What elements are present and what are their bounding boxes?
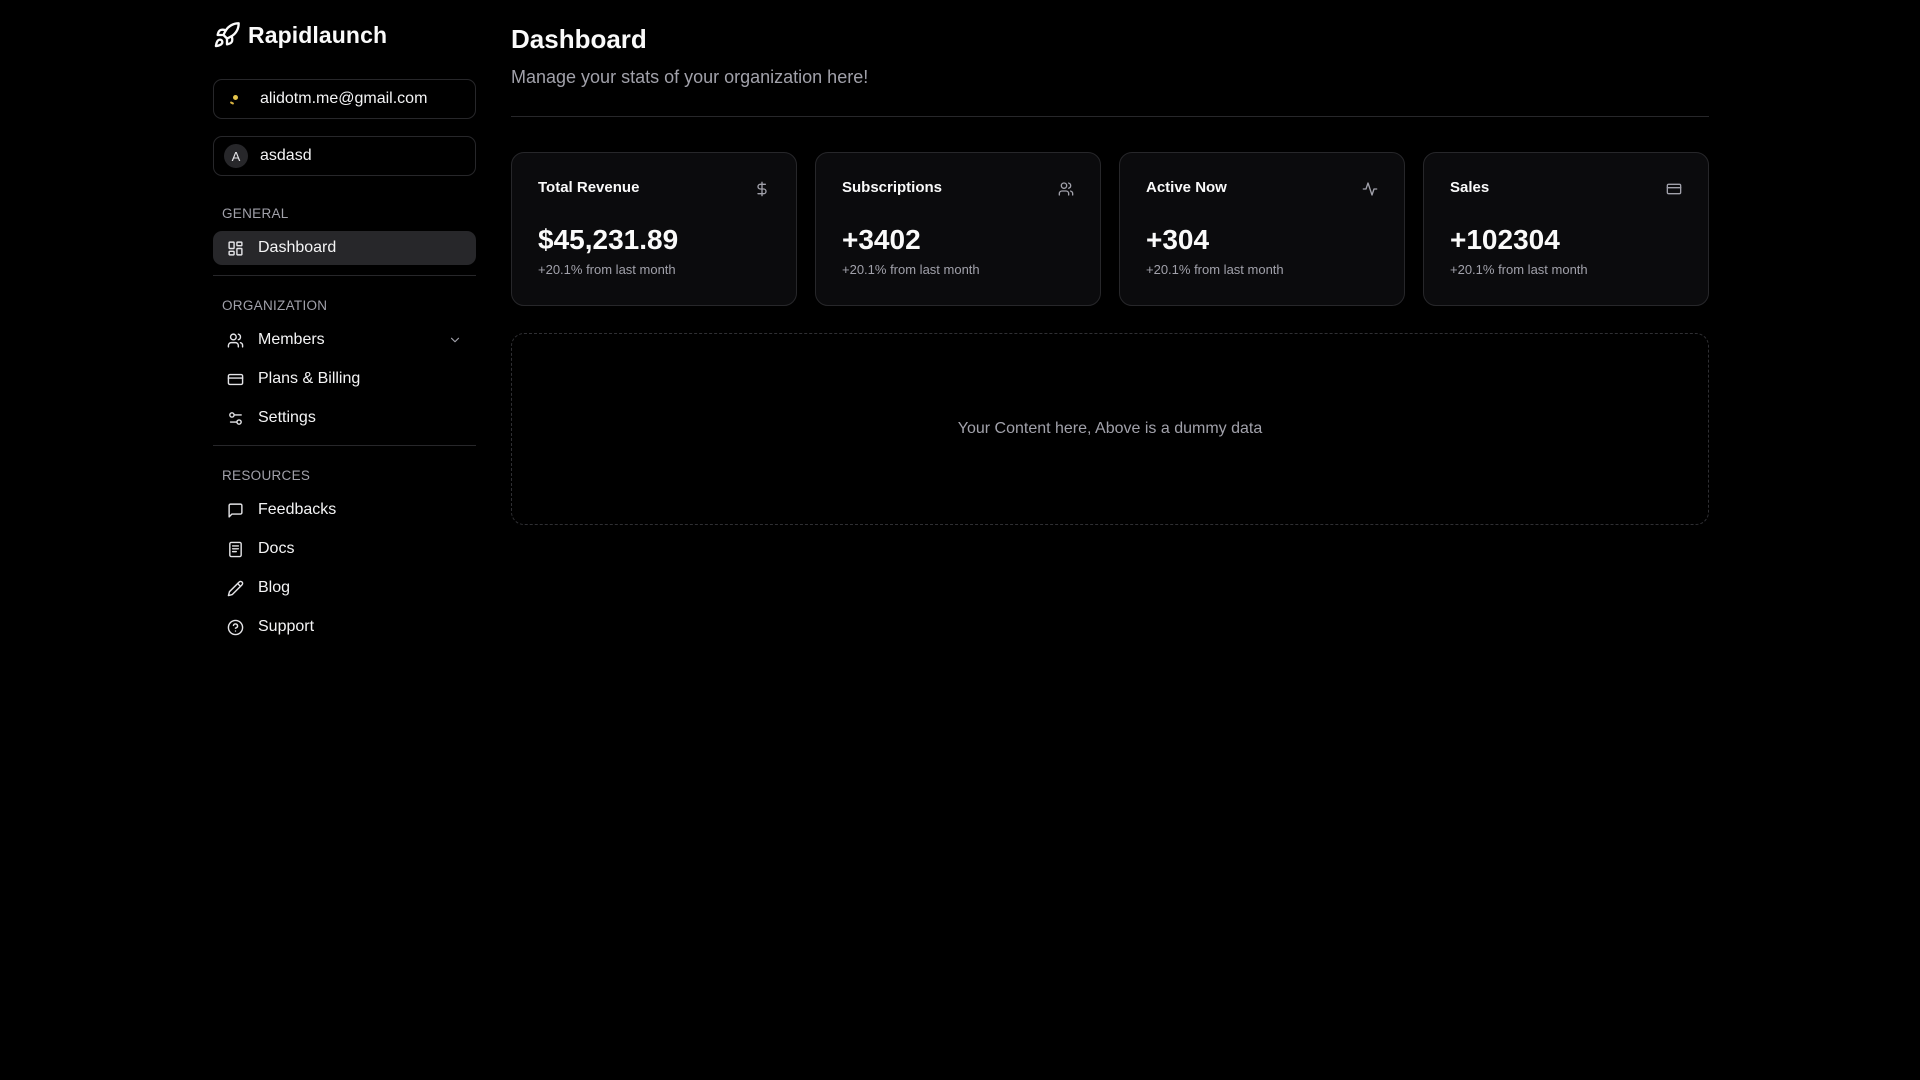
stat-value: +304 bbox=[1146, 224, 1210, 255]
docs-icon bbox=[227, 541, 244, 558]
stat-note: +20.1% from last month bbox=[1146, 262, 1284, 277]
stat-note: +20.1% from last month bbox=[538, 262, 676, 277]
dollar-icon bbox=[757, 181, 767, 197]
sidebar-item-label: Dashboard bbox=[258, 239, 337, 256]
sidebar-item-plans-billing[interactable]: Plans & Billing bbox=[213, 362, 476, 396]
stat-card-sales: Sales +102304 +20.1% from last month bbox=[1423, 152, 1709, 306]
stat-note: +20.1% from last month bbox=[842, 262, 980, 277]
account-switcher[interactable]: alidotm.me@gmail.com bbox=[213, 79, 476, 119]
organization-switcher[interactable]: A asdasd bbox=[213, 136, 476, 176]
sidebar-item-label: Support bbox=[258, 618, 315, 635]
sidebar-item-settings[interactable]: Settings bbox=[213, 401, 476, 435]
page-subtitle: Manage your stats of your organization h… bbox=[511, 67, 869, 87]
sidebar-item-label: Members bbox=[258, 331, 325, 348]
stat-value: +102304 bbox=[1450, 224, 1560, 255]
settings-sliders-icon bbox=[227, 410, 244, 427]
header-divider bbox=[511, 116, 1709, 117]
chevron-down-icon[interactable] bbox=[448, 333, 462, 347]
credit-card-icon bbox=[1666, 183, 1682, 195]
stat-card-total-revenue: Total Revenue $45,231.89 +20.1% from las… bbox=[511, 152, 797, 306]
activity-icon bbox=[1362, 182, 1378, 196]
sidebar-item-feedbacks[interactable]: Feedbacks bbox=[213, 493, 476, 527]
page-title: Dashboard bbox=[511, 24, 647, 54]
message-icon bbox=[227, 502, 244, 519]
users-icon bbox=[1058, 182, 1074, 196]
sidebar-item-dashboard[interactable]: Dashboard bbox=[213, 231, 476, 265]
stats-cards: Total Revenue $45,231.89 +20.1% from las… bbox=[511, 152, 1709, 306]
credit-card-icon bbox=[227, 371, 244, 388]
users-icon bbox=[227, 332, 244, 349]
stat-value: +3402 bbox=[842, 224, 921, 255]
sidebar-item-label: Plans & Billing bbox=[258, 370, 361, 387]
pencil-icon bbox=[227, 580, 244, 597]
sidebar-item-docs[interactable]: Docs bbox=[213, 532, 476, 566]
dashboard-icon bbox=[227, 240, 244, 257]
sidebar-item-blog[interactable]: Blog bbox=[213, 571, 476, 605]
sidebar-item-label: Docs bbox=[258, 540, 295, 557]
sidebar-item-label: Blog bbox=[258, 579, 291, 596]
brand-name: Rapidlaunch bbox=[248, 21, 388, 48]
content-placeholder: Your Content here, Above is a dummy data bbox=[511, 333, 1709, 525]
sidebar-item-label: Feedbacks bbox=[258, 501, 337, 518]
user-avatar bbox=[224, 87, 248, 111]
organization-name: asdasd bbox=[260, 147, 312, 164]
stat-card-active-now: Active Now +304 +20.1% from last month bbox=[1119, 152, 1405, 306]
help-circle-icon bbox=[227, 619, 244, 636]
stat-value: $45,231.89 bbox=[538, 224, 679, 255]
rocket-icon bbox=[214, 22, 240, 48]
section-label-organization: ORGANIZATION bbox=[222, 298, 328, 313]
stat-note: +20.1% from last month bbox=[1450, 262, 1588, 277]
content-placeholder-text: Your Content here, Above is a dummy data bbox=[957, 420, 1263, 437]
sidebar-divider bbox=[213, 275, 476, 276]
account-email: alidotm.me@gmail.com bbox=[260, 90, 428, 107]
stat-title: Sales bbox=[1450, 179, 1490, 196]
section-label-resources: RESOURCES bbox=[222, 468, 311, 483]
stat-title: Total Revenue bbox=[538, 179, 640, 196]
section-label-general: GENERAL bbox=[222, 206, 289, 221]
sidebar-item-members[interactable]: Members bbox=[213, 323, 476, 357]
sidebar-item-support[interactable]: Support bbox=[213, 610, 476, 644]
sidebar-divider bbox=[213, 445, 476, 446]
stat-card-subscriptions: Subscriptions +3402 +20.1% from last mon… bbox=[815, 152, 1101, 306]
org-avatar: A bbox=[224, 144, 248, 168]
sidebar: Rapidlaunch alidotm.me@gmail.com A asdas… bbox=[213, 18, 476, 644]
main-content: Dashboard Manage your stats of your orga… bbox=[511, 24, 1709, 525]
stat-title: Active Now bbox=[1146, 179, 1227, 196]
stat-title: Subscriptions bbox=[842, 179, 943, 196]
sidebar-item-label: Settings bbox=[258, 409, 316, 426]
brand[interactable]: Rapidlaunch bbox=[213, 18, 476, 52]
